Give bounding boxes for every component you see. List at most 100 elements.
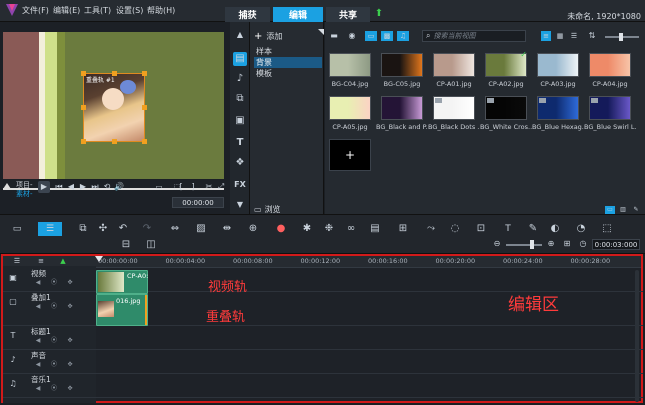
details-view-icon[interactable]: ☰ xyxy=(569,31,579,41)
graphics-icon[interactable]: ❖ xyxy=(233,156,247,170)
split-icon[interactable]: ✂ xyxy=(204,182,214,192)
undo-icon[interactable]: ↶ xyxy=(116,223,130,235)
split-clip-icon[interactable]: ⇹ xyxy=(220,223,234,235)
add-track-icon[interactable]: ▲ xyxy=(57,257,69,266)
preview-timecode[interactable]: 00:00:00 xyxy=(172,197,224,208)
fit-timeline-icon[interactable]: ⊞ xyxy=(562,239,572,249)
link-icon[interactable]: ∞ xyxy=(344,223,358,235)
filter-video-icon[interactable]: ▭ xyxy=(365,31,377,41)
overlay-clip[interactable]: 016.jpg xyxy=(96,294,148,326)
zoom-slider-knob[interactable] xyxy=(530,240,534,249)
image-icon[interactable]: ▨ xyxy=(194,223,208,235)
track-settings-icon[interactable]: ☰ xyxy=(11,257,23,266)
menu-tools[interactable]: 工具(T) xyxy=(84,5,111,16)
media-thumbnail[interactable]: ✓ xyxy=(485,50,527,77)
effects-icon[interactable]: ❉ xyxy=(322,223,336,235)
track-list-icon[interactable]: ≡ xyxy=(35,257,47,266)
resize-handle[interactable] xyxy=(142,105,147,110)
tab-share[interactable]: 共享 xyxy=(326,7,370,22)
media-thumbnail[interactable] xyxy=(433,53,475,77)
instant-project-icon[interactable]: ♪ xyxy=(233,72,247,86)
add-media-tile[interactable]: + xyxy=(329,139,371,171)
sort-icon[interactable]: ⇅ xyxy=(587,31,597,41)
timeline-playhead[interactable] xyxy=(95,256,103,262)
folder-backgrounds[interactable]: 背景 xyxy=(254,57,322,68)
media-thumbnail[interactable] xyxy=(329,96,371,120)
go-start-icon[interactable]: ⏮ xyxy=(54,182,64,192)
panel-mode-icon[interactable]: ▥ xyxy=(618,206,628,214)
media-thumbnail[interactable] xyxy=(589,53,631,77)
title-icon[interactable]: ▣ xyxy=(233,114,247,128)
play-icon[interactable]: ▶ xyxy=(38,181,50,193)
resize-handle[interactable] xyxy=(81,71,86,76)
timeline-scrollbar[interactable] xyxy=(635,270,639,402)
resize-handle[interactable] xyxy=(81,105,86,110)
color-icon[interactable]: ◐ xyxy=(548,223,562,235)
filter-image-icon[interactable]: ▩ xyxy=(381,31,393,41)
track-motion-icon[interactable]: ⊕ xyxy=(246,223,260,235)
zoom-icon[interactable]: ⤢ xyxy=(216,182,226,192)
upload-icon[interactable]: ⬆ xyxy=(373,8,385,20)
folder-icon[interactable]: ▬ xyxy=(329,31,339,41)
filter-audio-icon[interactable]: ♫ xyxy=(397,31,409,41)
collapse-up-icon[interactable]: ▲ xyxy=(234,30,246,40)
text-icon[interactable]: T xyxy=(233,136,247,150)
trim-end-icon[interactable]: ] xyxy=(188,182,198,192)
media-thumbnail[interactable] xyxy=(589,96,631,120)
media-thumbnail[interactable] xyxy=(537,53,579,77)
add-folder-button[interactable]: + 添加 xyxy=(254,31,282,42)
search-box[interactable]: ⌕ 搜索当前视图 xyxy=(422,30,526,42)
aperture-icon[interactable]: ◉ xyxy=(347,31,357,41)
tab-capture[interactable]: 捕获 xyxy=(225,7,270,22)
clock-icon[interactable]: ◷ xyxy=(578,239,588,249)
menu-edit[interactable]: 编辑(E) xyxy=(53,5,80,16)
media-thumbnail[interactable] xyxy=(329,53,371,77)
collapse-down-icon[interactable]: ▼ xyxy=(234,200,246,210)
resize-handle[interactable] xyxy=(142,71,147,76)
aspect-icon[interactable]: ⬚ xyxy=(170,182,184,192)
media-thumbnail[interactable] xyxy=(537,96,579,120)
resize-handle[interactable] xyxy=(112,71,117,76)
resize-handle[interactable] xyxy=(142,139,147,144)
folder-samples[interactable]: 样本 xyxy=(254,46,322,57)
crop-icon[interactable]: ⊡ xyxy=(474,223,488,235)
zoom-out-icon[interactable]: ⊖ xyxy=(492,239,502,249)
media-thumbnail[interactable] xyxy=(381,53,423,77)
clip-trim-handle[interactable] xyxy=(145,295,147,325)
speed-icon[interactable]: ◔ xyxy=(574,223,588,235)
edit-icon[interactable]: ✎ xyxy=(526,223,540,235)
resize-handle[interactable] xyxy=(112,139,117,144)
thumb-size-knob[interactable] xyxy=(619,33,623,41)
paint-icon[interactable]: ✱ xyxy=(300,223,314,235)
subtitle-icon[interactable]: ▤ xyxy=(368,223,382,235)
menu-file[interactable]: 文件(F) xyxy=(22,5,49,16)
panel-mode-icon[interactable]: ▭ xyxy=(605,206,615,214)
prev-frame-icon[interactable]: ◀ xyxy=(66,182,76,192)
media-thumbnail[interactable] xyxy=(381,96,423,120)
multicam-icon[interactable]: ⊞ xyxy=(396,223,410,235)
menu-settings[interactable]: 设置(S) xyxy=(116,5,143,16)
video-clip[interactable]: CP-A0: xyxy=(96,270,148,294)
timeline-view-icon[interactable]: ☰ xyxy=(38,222,62,236)
mask-icon[interactable]: ◌ xyxy=(448,223,462,235)
repeat-icon[interactable]: ⟲ xyxy=(102,182,112,192)
menu-help[interactable]: 帮助(H) xyxy=(147,5,175,16)
tab-edit[interactable]: 编辑 xyxy=(273,7,323,22)
next-frame-icon[interactable]: ▶ xyxy=(78,182,88,192)
zoom-slider[interactable] xyxy=(506,244,542,246)
volume-icon[interactable]: 🔊 xyxy=(114,182,124,192)
fit-icon[interactable]: ⇔ xyxy=(168,223,182,235)
media-icon[interactable]: ▤ xyxy=(233,52,247,66)
resize-handle[interactable] xyxy=(81,139,86,144)
playhead-knob[interactable] xyxy=(3,183,11,189)
storyboard-view-icon[interactable]: ▭ xyxy=(9,223,25,235)
overlay-clip-preview[interactable]: 重叠轨 #1 xyxy=(81,71,147,144)
media-thumbnail[interactable] xyxy=(433,96,475,120)
go-end-icon[interactable]: ⏭ xyxy=(90,182,100,192)
motion-icon[interactable]: ⤳ xyxy=(424,223,438,235)
list-view-icon[interactable]: ≡ xyxy=(541,31,551,41)
folder-templates[interactable]: 模板 xyxy=(254,68,322,79)
mixer-icon[interactable]: ✣ xyxy=(96,223,110,235)
track-manager-icon[interactable]: ⧉ xyxy=(76,223,90,235)
redo-icon[interactable]: ↷ xyxy=(140,223,154,235)
